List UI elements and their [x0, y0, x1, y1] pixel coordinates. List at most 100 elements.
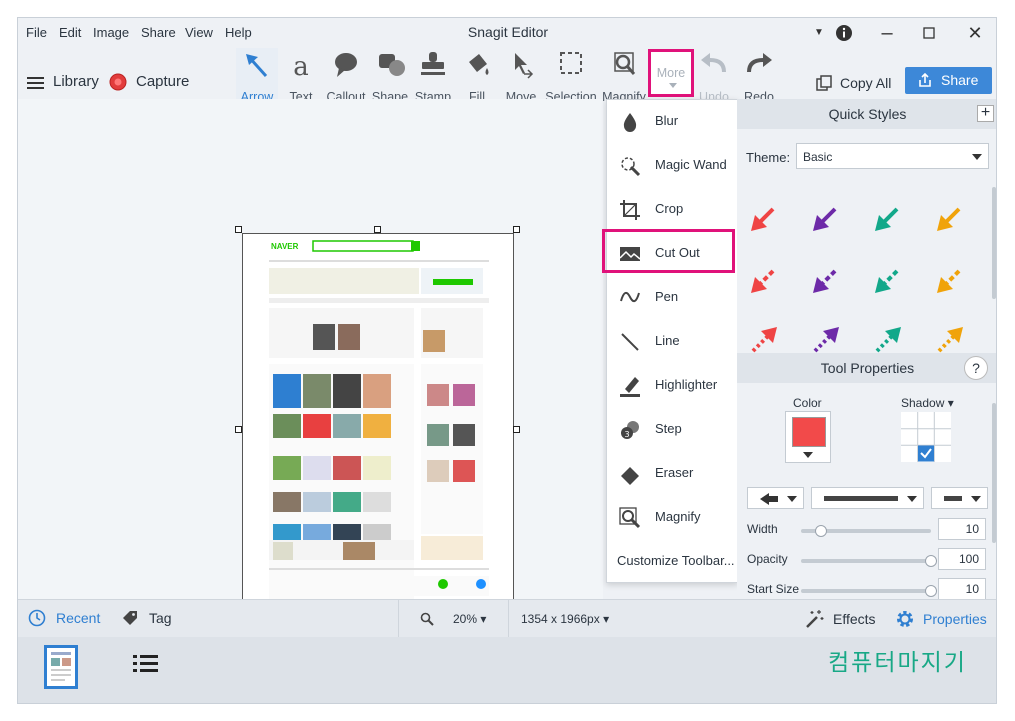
chevron-down-icon	[971, 496, 981, 502]
svg-text:a: a	[293, 52, 309, 80]
magnify-icon	[614, 52, 636, 75]
help-button[interactable]: ?	[964, 356, 988, 380]
quick-styles-grid	[737, 179, 989, 354]
quick-style-purple-dotted[interactable]	[813, 327, 839, 353]
capture-button[interactable]: Capture	[109, 72, 199, 92]
menu-item-pen-label: Pen	[655, 289, 679, 304]
copy-all-button[interactable]: Copy All	[816, 72, 906, 94]
menu-edit[interactable]: Edit	[59, 25, 81, 40]
menu-item-blur[interactable]: Blur	[607, 100, 737, 144]
tray-thumbnail[interactable]	[44, 645, 78, 689]
resize-handle-w[interactable]	[235, 426, 242, 433]
share-button[interactable]: Share	[905, 67, 992, 94]
right-panel: Quick Styles + Theme: Basic Tool Propert…	[737, 99, 996, 600]
chevron-down-icon	[907, 496, 917, 502]
add-style-button[interactable]: +	[977, 105, 994, 122]
shadow-dropdown[interactable]: Shadow ▾	[901, 396, 954, 410]
shadow-direction-grid[interactable]	[901, 412, 951, 462]
quick-style-orange-dotted[interactable]	[937, 327, 963, 353]
resize-handle-nw[interactable]	[235, 226, 242, 233]
end-style-select[interactable]	[931, 487, 988, 509]
divider	[398, 600, 399, 638]
zoom-icon	[420, 612, 434, 626]
customize-toolbar-item[interactable]: Customize Toolbar...	[607, 540, 737, 584]
quick-styles-scrollbar[interactable]	[992, 187, 996, 299]
menu-image[interactable]: Image	[93, 25, 129, 40]
resize-handle-ne[interactable]	[513, 226, 520, 233]
menu-item-crop[interactable]: Crop	[607, 188, 737, 232]
line-style-select[interactable]	[811, 487, 924, 509]
start-size-input[interactable]: 10	[938, 578, 986, 600]
chevron-down-icon	[669, 83, 677, 88]
color-picker-button[interactable]	[785, 411, 831, 463]
quick-style-orange-solid[interactable]	[937, 207, 961, 231]
list-view-icon[interactable]	[131, 653, 161, 677]
opacity-label: Opacity	[747, 552, 788, 566]
theme-select[interactable]: Basic	[796, 143, 989, 169]
quick-style-purple-solid[interactable]	[813, 207, 837, 231]
menu-item-magnify-label: Magnify	[655, 509, 701, 524]
captured-image[interactable]: NAVER	[242, 233, 514, 664]
watermark-text: 컴퓨터마지기	[828, 650, 967, 676]
quick-style-red-solid[interactable]	[751, 207, 775, 231]
menu-view[interactable]: View	[185, 25, 213, 40]
shadow-selected-cell[interactable]	[918, 445, 934, 462]
resize-handle-e[interactable]	[513, 426, 520, 433]
move-icon	[515, 53, 534, 79]
menu-help[interactable]: Help	[225, 25, 252, 40]
quick-style-orange-dashed[interactable]	[937, 269, 961, 293]
arrow-icon	[246, 54, 268, 78]
recent-button[interactable]: Recent	[28, 609, 108, 629]
copy-icon	[816, 75, 832, 91]
quick-style-green-solid[interactable]	[875, 207, 899, 231]
menu-item-line[interactable]: Line	[607, 320, 737, 364]
color-label: Color	[793, 396, 822, 410]
opacity-slider-track[interactable]	[801, 559, 931, 563]
quick-style-purple-dashed[interactable]	[813, 269, 837, 293]
recent-label: Recent	[56, 610, 101, 626]
quick-style-red-dashed[interactable]	[751, 269, 775, 293]
width-input[interactable]: 10	[938, 518, 986, 540]
menu-item-step-label: Step	[655, 421, 682, 436]
clock-icon	[28, 609, 46, 627]
menu-item-eraser[interactable]: Eraser	[607, 452, 737, 496]
crop-icon	[620, 200, 640, 220]
menu-item-highlighter[interactable]: Highlighter	[607, 364, 737, 408]
start-size-slider-track[interactable]	[801, 589, 931, 593]
window-menu-dropdown-icon[interactable]: ▼	[805, 22, 833, 44]
menu-item-crop-label: Crop	[655, 201, 684, 216]
quick-style-green-dotted[interactable]	[875, 327, 901, 353]
start-size-slider-thumb[interactable]	[925, 585, 937, 597]
close-button[interactable]: ✕	[961, 22, 989, 44]
menu-item-pen[interactable]: Pen	[607, 276, 737, 320]
dimensions-select[interactable]: 1354 x 1966px ▾	[521, 612, 609, 626]
cut-out-highlight-box	[602, 229, 735, 273]
maximize-button[interactable]	[915, 22, 943, 44]
arrow-style-select[interactable]	[747, 487, 804, 509]
menu-file[interactable]: File	[26, 25, 47, 40]
opacity-slider-thumb[interactable]	[925, 555, 937, 567]
text-icon: a	[293, 52, 309, 80]
tool-properties-scrollbar[interactable]	[992, 403, 996, 543]
menu-item-step[interactable]: 3 Step	[607, 408, 737, 452]
zoom-select[interactable]: 20% ▾	[453, 612, 486, 626]
menu-bar: File Edit Image Share View Help Snagit E…	[18, 18, 996, 48]
quick-style-red-dotted[interactable]	[751, 327, 777, 353]
copy-all-label: Copy All	[840, 75, 892, 91]
menu-item-magnify[interactable]: Magnify	[607, 496, 737, 540]
width-slider-thumb[interactable]	[814, 525, 827, 537]
menu-item-magic-wand[interactable]: Magic Wand	[607, 144, 737, 188]
menu-share[interactable]: Share	[141, 25, 176, 40]
library-label: Library	[53, 73, 99, 90]
minimize-button[interactable]: –	[873, 22, 901, 44]
quick-style-green-dashed[interactable]	[875, 269, 899, 293]
pen-icon	[620, 291, 640, 303]
properties-button[interactable]: Properties	[895, 609, 995, 629]
opacity-input[interactable]: 100	[938, 548, 986, 570]
resize-handle-n[interactable]	[374, 226, 381, 233]
effects-button[interactable]: Effects	[804, 609, 884, 629]
canvas-area[interactable]: NAVER	[18, 99, 603, 664]
tool-more[interactable]: More	[648, 49, 694, 97]
tag-button[interactable]: Tag	[122, 609, 182, 629]
info-icon[interactable]	[830, 22, 858, 44]
